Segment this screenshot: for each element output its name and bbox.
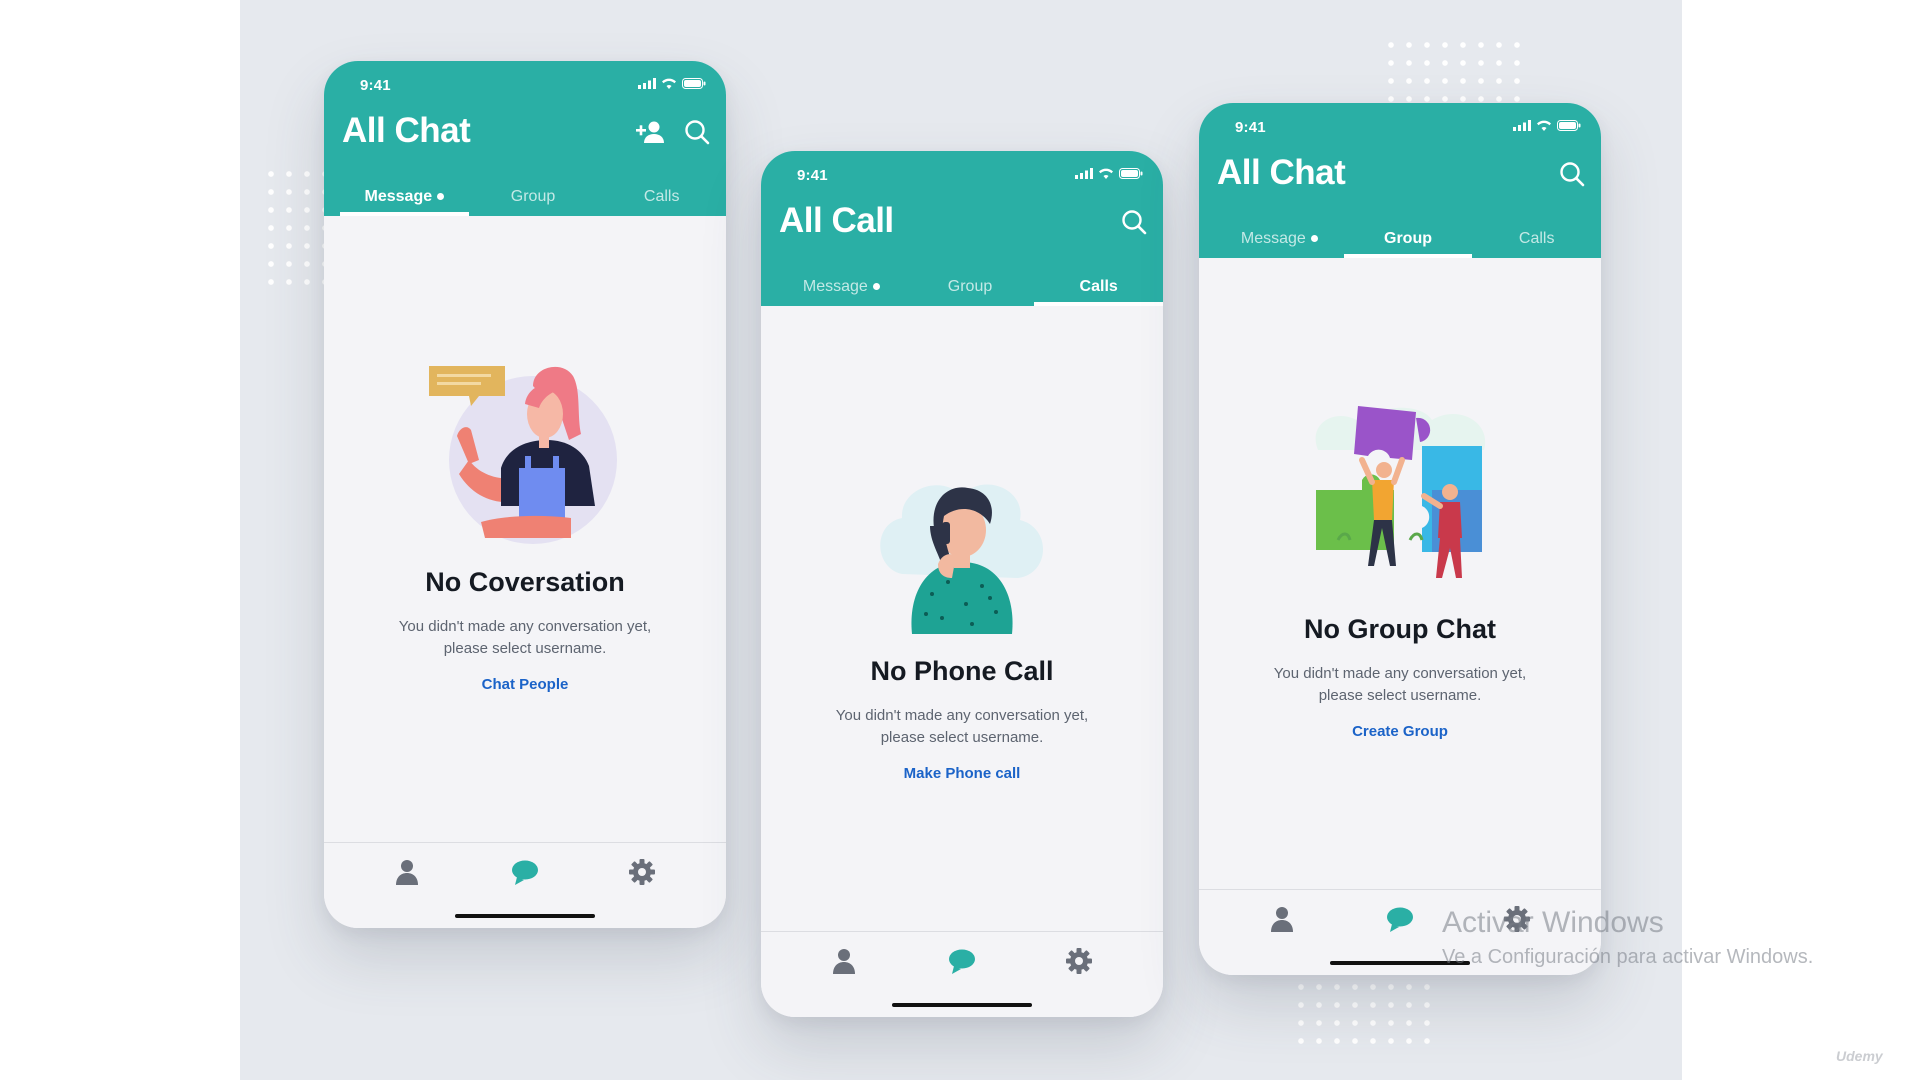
windows-activation-subtitle: Ve a Configuración para activar Windows. <box>1442 946 1814 968</box>
search-icon[interactable] <box>1121 209 1147 235</box>
empty-line-2: please select username. <box>443 640 607 657</box>
tab-message[interactable]: Message <box>1215 224 1344 258</box>
search-icon[interactable] <box>1559 161 1585 187</box>
unread-dot <box>1310 235 1318 243</box>
header-actions <box>1559 161 1585 187</box>
tab-label: Group <box>510 188 556 205</box>
phone-all-chat-message: 9:41 All Chat Message Group Calls No Cov… <box>324 61 726 928</box>
tab-label: Calls <box>1079 278 1118 295</box>
status-icons <box>638 77 706 89</box>
person-icon[interactable] <box>1267 904 1297 934</box>
app-header: 9:41 All Chat Message Group Calls <box>1199 103 1601 258</box>
tab-label: Calls <box>1518 230 1555 247</box>
empty-line-2: please select username. <box>880 729 1044 746</box>
tab-label: Group <box>1384 230 1432 247</box>
phone-all-chat-group: 9:41 All Chat Message Group Calls No Gro… <box>1199 103 1601 975</box>
phone-all-call-calls: 9:41 All Call Message Group Calls No Pho… <box>761 151 1163 1017</box>
tab-bar: Message Group Calls <box>777 272 1163 306</box>
chat-bubble-icon[interactable] <box>510 857 540 887</box>
empty-description: You didn't made any conversation yet, ple… <box>324 616 726 660</box>
tab-label: Calls <box>643 188 680 205</box>
make-phone-call-link[interactable]: Make Phone call <box>904 765 1021 782</box>
page-title: All Chat <box>1217 153 1346 192</box>
empty-line-1: You didn't made any conversation yet, <box>398 618 652 635</box>
status-time: 9:41 <box>797 167 828 184</box>
page-title: All Call <box>779 201 894 240</box>
home-indicator <box>892 1003 1032 1007</box>
tab-message[interactable]: Message <box>777 272 906 306</box>
tab-group[interactable]: Group <box>469 182 598 216</box>
gear-icon[interactable] <box>627 857 657 887</box>
person-icon[interactable] <box>829 946 859 976</box>
empty-state: No Coversation You didn't made any conve… <box>324 567 726 694</box>
unread-dot <box>437 193 445 201</box>
signal-icon <box>1075 167 1093 179</box>
decor-dots-left <box>262 165 324 295</box>
tab-group[interactable]: Group <box>1343 224 1473 258</box>
tab-label: Group <box>947 278 993 295</box>
empty-state: No Phone Call You didn't made any conver… <box>761 656 1163 783</box>
empty-title: No Group Chat <box>1304 614 1496 644</box>
waving-person-illustration <box>429 366 617 544</box>
tab-calls[interactable]: Calls <box>1472 224 1601 258</box>
empty-line-2: please select username. <box>1318 687 1482 704</box>
unread-dot <box>872 283 880 291</box>
wifi-icon <box>1537 120 1551 131</box>
status-icons <box>1513 119 1581 131</box>
bottom-nav <box>761 931 1163 1017</box>
tab-calls[interactable]: Calls <box>597 182 726 216</box>
status-time: 9:41 <box>1235 119 1266 136</box>
udemy-brand-logo: Udemy <box>1836 1048 1883 1064</box>
chat-bubble-icon[interactable] <box>947 946 977 976</box>
app-header: 9:41 All Chat Message Group Calls <box>324 61 726 216</box>
tab-group[interactable]: Group <box>906 272 1035 306</box>
header-actions <box>636 119 710 145</box>
add-user-icon[interactable] <box>636 120 666 144</box>
signal-icon <box>1513 119 1531 131</box>
tab-label: Message <box>1240 230 1306 247</box>
create-group-link[interactable]: Create Group <box>1352 723 1448 740</box>
empty-line-1: You didn't made any conversation yet, <box>835 707 1089 724</box>
gear-icon[interactable] <box>1064 946 1094 976</box>
wifi-icon <box>1099 168 1113 179</box>
empty-state: No Group Chat You didn't made any conver… <box>1199 614 1601 741</box>
puzzle-team-illustration <box>1315 406 1486 578</box>
wifi-icon <box>662 78 676 89</box>
tab-label: Message <box>802 278 868 295</box>
page-title: All Chat <box>342 111 471 150</box>
tab-bar: Message Group Calls <box>340 182 726 216</box>
tab-bar: Message Group Calls <box>1215 224 1601 258</box>
status-time: 9:41 <box>360 77 391 94</box>
decor-dots-top-right <box>1382 36 1532 102</box>
empty-description: You didn't made any conversation yet, ple… <box>761 705 1163 749</box>
chat-people-link[interactable]: Chat People <box>482 676 569 693</box>
battery-icon <box>1557 119 1581 131</box>
empty-title: No Phone Call <box>870 656 1054 686</box>
signal-icon <box>638 77 656 89</box>
bottom-nav <box>324 842 726 928</box>
home-indicator <box>455 914 595 918</box>
decor-dots-bottom-right <box>1292 978 1432 1044</box>
phone-call-woman-illustration <box>880 484 1044 634</box>
empty-title: No Coversation <box>425 567 625 597</box>
tab-message[interactable]: Message <box>340 182 469 216</box>
empty-description: You didn't made any conversation yet, ple… <box>1199 663 1601 707</box>
status-icons <box>1075 167 1143 179</box>
search-icon[interactable] <box>684 119 710 145</box>
battery-icon <box>1119 167 1143 179</box>
chat-bubble-icon[interactable] <box>1385 904 1415 934</box>
battery-icon <box>682 77 706 89</box>
tab-label: Message <box>364 188 433 205</box>
empty-line-1: You didn't made any conversation yet, <box>1273 665 1527 682</box>
app-header: 9:41 All Call Message Group Calls <box>761 151 1163 306</box>
tab-calls[interactable]: Calls <box>1034 272 1163 306</box>
windows-activation-title: Activar Windows <box>1442 906 1664 939</box>
person-icon[interactable] <box>392 857 422 887</box>
header-actions <box>1121 209 1147 235</box>
udemy-brand-text: Udemy <box>1836 1048 1883 1064</box>
